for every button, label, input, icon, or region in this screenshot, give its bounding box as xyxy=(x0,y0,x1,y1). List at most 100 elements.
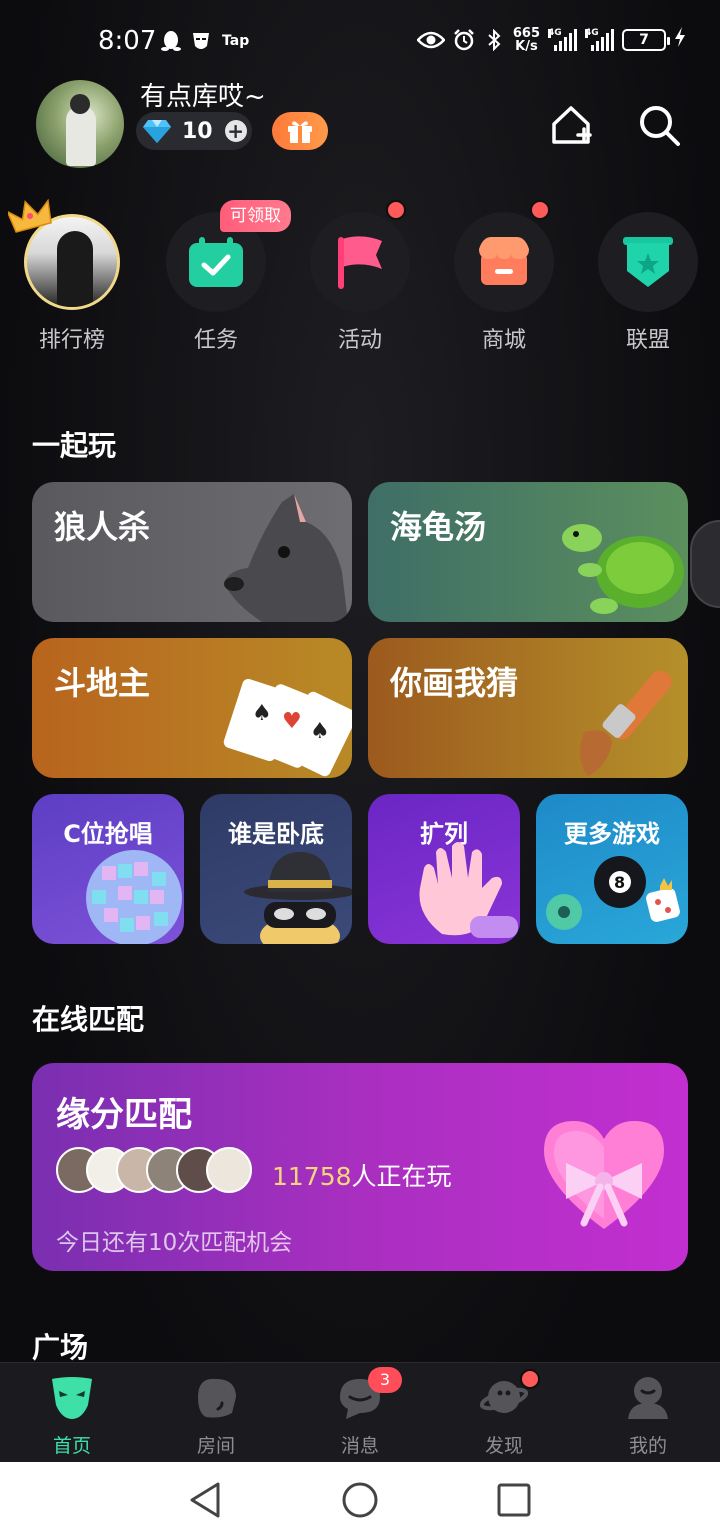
signal-1-label: 4G xyxy=(548,27,562,38)
nav-label: 首页 xyxy=(52,1435,91,1457)
game-card-title: 更多游戏 xyxy=(564,820,660,848)
heart-bow-icon xyxy=(544,1121,664,1229)
task-calendar-icon xyxy=(189,237,243,287)
game-card-landlord[interactable]: 斗地主 ♠ ♥ ♠ xyxy=(32,638,352,778)
diamond-icon xyxy=(143,120,171,143)
floating-side-button[interactable] xyxy=(690,520,720,608)
quick-link-alliance[interactable]: 联盟 xyxy=(598,212,698,353)
alarm-icon xyxy=(453,28,475,51)
create-room-icon[interactable] xyxy=(548,102,594,148)
quick-link-label: 联盟 xyxy=(625,328,670,353)
bottom-nav: 首页 房间 3 消息 发现 我的 xyxy=(0,1362,720,1462)
disco-ball-icon xyxy=(86,850,182,944)
paintbrush-icon xyxy=(579,670,672,776)
game-card-title: 斗地主 xyxy=(54,664,151,702)
diamond-balance[interactable]: 10 + xyxy=(136,112,252,150)
svg-text:♠: ♠ xyxy=(252,701,272,726)
gift-icon xyxy=(288,121,312,143)
discover-notification-dot xyxy=(520,1369,540,1389)
signal-1-icon: 4G xyxy=(548,27,577,51)
search-icon[interactable] xyxy=(636,102,682,148)
nav-label: 我的 xyxy=(628,1435,667,1457)
nav-profile[interactable]: 我的 xyxy=(598,1373,698,1458)
game-card-undercover[interactable]: 谁是卧底 xyxy=(200,794,352,944)
eye-icon xyxy=(416,29,445,51)
system-nav-bar xyxy=(0,1462,720,1540)
username[interactable]: 有点库哎~ xyxy=(140,76,266,113)
shop-icon xyxy=(479,237,529,285)
remaining-match-note: 今日还有10次匹配机会 xyxy=(56,1230,293,1256)
battery-icon: 7 xyxy=(622,28,670,51)
game-card-title: 你画我猜 xyxy=(390,664,519,702)
nav-label: 房间 xyxy=(196,1435,235,1457)
user-avatar[interactable] xyxy=(36,80,124,168)
bluetooth-icon xyxy=(483,28,505,51)
quick-link-shop[interactable]: 商城 xyxy=(454,200,554,353)
alliance-shield-icon xyxy=(623,237,673,287)
shop-notification-dot xyxy=(530,200,550,220)
game-card-draw-guess[interactable]: 你画我猜 xyxy=(368,638,688,778)
playing-cards-icon: ♠ ♥ ♠ xyxy=(223,678,352,777)
player-avatar xyxy=(206,1147,252,1193)
home-circle-icon[interactable] xyxy=(340,1480,380,1520)
signal-2-label: 4G xyxy=(585,27,599,38)
section-title-plaza: 广场 xyxy=(32,1331,89,1364)
mask-icon xyxy=(52,1377,92,1419)
game-card-turtle-soup[interactable]: 海龟汤 xyxy=(368,482,688,622)
gift-button[interactable] xyxy=(272,112,328,150)
home-screen: 8:07 Tap 665 K/s 4G 4G 7 有点库哎~ 10 + 排行榜 … xyxy=(0,0,720,1540)
mask-status-icon xyxy=(190,30,212,52)
quick-link-label: 排行榜 xyxy=(38,328,105,353)
message-badge: 3 xyxy=(368,1367,402,1393)
nav-messages[interactable]: 3 消息 xyxy=(310,1367,410,1458)
status-time: 8:07 xyxy=(98,26,157,56)
game-items-icon: 8 xyxy=(546,856,680,930)
back-icon[interactable] xyxy=(186,1480,226,1520)
game-card-title: C位抢唱 xyxy=(63,820,153,848)
nav-discover[interactable]: 发现 xyxy=(454,1369,554,1458)
waving-hand-icon xyxy=(419,842,518,938)
qq-icon xyxy=(160,30,182,52)
net-speed-unit: K/s xyxy=(515,38,538,54)
player-avatar-stack xyxy=(56,1147,256,1195)
profile-icon xyxy=(628,1377,668,1419)
diamond-count: 10 xyxy=(182,118,213,144)
quick-link-leaderboard[interactable]: 排行榜 xyxy=(8,198,122,353)
fate-match-card[interactable]: 缘分匹配 11758人正在玩 今日还有10次匹配机会 xyxy=(32,1063,688,1271)
quick-link-label: 商城 xyxy=(481,328,526,353)
players-online: 11758人正在玩 xyxy=(272,1157,452,1193)
quick-link-tasks[interactable]: 任务 xyxy=(166,212,266,353)
wolf-icon xyxy=(224,494,348,622)
section-title-online-match: 在线匹配 xyxy=(32,1003,145,1036)
game-card-expand-friends[interactable]: 扩列 xyxy=(368,794,520,944)
game-card-title: 狼人杀 xyxy=(54,508,151,546)
tap-status-label: Tap xyxy=(222,33,250,49)
net-speed: 665 K/s xyxy=(513,27,540,53)
events-notification-dot xyxy=(386,200,406,220)
flag-icon xyxy=(338,236,382,289)
game-card-more-games[interactable]: 更多游戏 8 xyxy=(536,794,688,944)
add-diamond-icon[interactable]: + xyxy=(224,120,247,142)
quick-link-label: 任务 xyxy=(193,328,238,353)
nav-room[interactable]: 房间 xyxy=(166,1373,266,1458)
game-card-c-position[interactable]: C位抢唱 xyxy=(32,794,184,944)
quick-link-label: 活动 xyxy=(337,328,382,353)
game-card-werewolf[interactable]: 狼人杀 xyxy=(32,482,352,622)
room-icon xyxy=(198,1378,236,1418)
recents-icon[interactable] xyxy=(494,1480,534,1520)
svg-text:♥: ♥ xyxy=(282,709,302,734)
status-left-icons: Tap xyxy=(160,30,249,52)
signal-2-icon: 4G xyxy=(585,27,614,51)
charging-icon xyxy=(674,26,686,53)
game-card-title: 海龟汤 xyxy=(390,508,487,546)
nav-home[interactable]: 首页 xyxy=(22,1373,122,1458)
nav-label: 发现 xyxy=(484,1435,523,1457)
status-bar: 8:07 Tap 665 K/s 4G 4G 7 xyxy=(0,0,720,82)
net-speed-value: 665 xyxy=(512,25,540,41)
crown-icon xyxy=(8,198,52,233)
quick-link-events[interactable]: 活动 xyxy=(310,200,410,353)
svg-text:8: 8 xyxy=(614,873,625,892)
turtle-icon xyxy=(562,524,684,614)
fate-match-title: 缘分匹配 xyxy=(56,1095,192,1135)
battery-level: 7 xyxy=(639,31,649,48)
